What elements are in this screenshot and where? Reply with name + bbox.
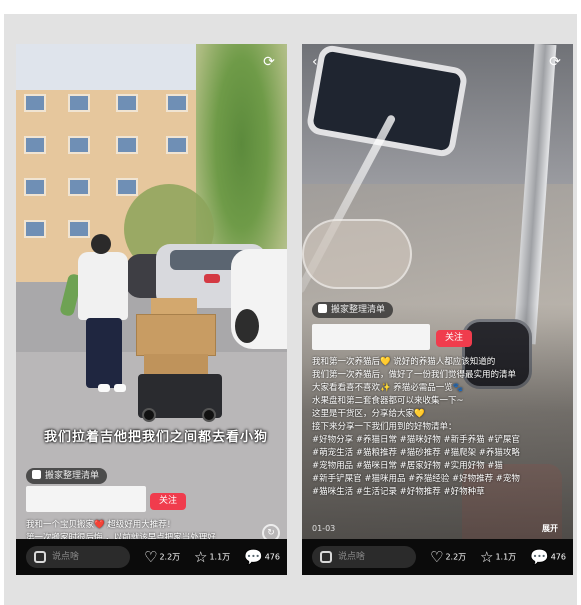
description-line: #萌宠生活 #猫粮推荐 #猫砂推荐 #猫爬架 #养猫攻略 <box>312 448 520 458</box>
expand-link[interactable]: 展开 <box>542 523 558 534</box>
person-body <box>78 252 128 320</box>
white-car <box>231 249 287 349</box>
description-line: 我和一个宝贝搬家❤️ 超级好用大推荐！ <box>26 520 176 530</box>
back-arrow-icon[interactable]: ‹ <box>312 54 318 70</box>
person-legs <box>86 318 122 388</box>
follow-button[interactable]: 关注 <box>150 493 186 510</box>
comment-input[interactable]: 说点啥 <box>312 546 416 568</box>
comment-placeholder: 说点啥 <box>338 552 366 562</box>
description-line: #好物分享 #养猫日常 #猫咪好物 #新手养猫 #铲屎官 <box>312 435 520 445</box>
description-line: 接下来分享一下我们用到的好物清单： <box>312 422 457 432</box>
share-icon[interactable]: ⟳ <box>547 54 563 70</box>
person-head <box>91 234 111 254</box>
heart-icon: ♡ <box>430 548 444 566</box>
glass-bowl <box>302 219 412 289</box>
bottom-action-bar: 说点啥 ♡ 2.2万 ☆ 1.1万 💬 476 <box>302 539 573 575</box>
author-name-redacted[interactable] <box>312 324 430 350</box>
description-line: #猫咪生活 #生活记录 #好物推荐 #好物种草 <box>312 487 485 497</box>
comment-placeholder: 说点啥 <box>52 552 80 562</box>
comment-button[interactable]: 💬 476 <box>244 548 280 566</box>
like-count: 2.2万 <box>445 552 467 562</box>
comment-count: 476 <box>550 552 566 562</box>
pen-icon <box>34 551 46 563</box>
bottom-action-bar: 说点啥 ♡ 2.2万 ☆ 1.1万 💬 476 <box>16 539 287 575</box>
comment-icon: 💬 <box>530 548 549 566</box>
favorite-button[interactable]: ☆ 1.1万 <box>480 548 516 566</box>
favorite-button[interactable]: ☆ 1.1万 <box>194 548 230 566</box>
comment-input[interactable]: 说点啥 <box>26 546 130 568</box>
description-line: #宠物用品 #猫咪日常 #居家好物 #实用好物 #猫 <box>312 461 503 471</box>
post-time: 01-03 <box>312 524 336 533</box>
video-card-right[interactable]: ‹ ⟳ 搬家整理清单 关注 我和第一次养猫后💛 说好的养猫人都应该知道的 我们第… <box>302 44 573 575</box>
star-icon: ☆ <box>194 548 208 566</box>
tag-label: 搬家整理清单 <box>331 305 386 315</box>
video-caption: 我们拉着吉他把我们之间都去看小狗 <box>43 430 268 445</box>
description-line: #新手铲屎官 #猫咪用品 #养猫经验 #好物推荐 #宠物 <box>312 474 520 484</box>
description-line: 我们第一次养猫后，做好了一份我们觉得最实用的清单 <box>312 370 517 380</box>
video-card-left[interactable]: ⟳ 我们拉着吉他把我们之间都去看小狗 搬家整理清单 关注 我和一个宝贝搬家❤️ … <box>16 44 287 575</box>
comment-icon: 💬 <box>244 548 263 566</box>
favorite-count: 1.1万 <box>495 552 517 562</box>
tag-label: 搬家整理清单 <box>45 471 100 481</box>
share-icon[interactable]: ⟳ <box>261 54 277 70</box>
description-line: 我和第一次养猫后💛 说好的养猫人都应该知道的 <box>312 357 496 367</box>
cardboard-box <box>136 314 216 356</box>
content-panel: ⟳ 我们拉着吉他把我们之间都去看小狗 搬家整理清单 关注 我和一个宝贝搬家❤️ … <box>4 14 577 605</box>
description-line: 这里是干货区，分享给大家💛 <box>312 409 425 419</box>
video-description[interactable]: 我和第一次养猫后💛 说好的养猫人都应该知道的 我们第一次养猫后，做好了一份我们觉… <box>312 356 566 499</box>
like-button[interactable]: ♡ 2.2万 <box>144 548 180 566</box>
person-shoe <box>114 384 126 392</box>
screenshot-frame: ⟳ 我们拉着吉他把我们之间都去看小狗 搬家整理清单 关注 我和一个宝贝搬家❤️ … <box>0 0 581 605</box>
tag-pill[interactable]: 搬家整理清单 <box>26 468 108 484</box>
favorite-count: 1.1万 <box>209 552 231 562</box>
folding-wagon <box>138 374 222 422</box>
follow-button[interactable]: 关注 <box>436 330 472 347</box>
comment-count: 476 <box>264 552 280 562</box>
like-button[interactable]: ♡ 2.2万 <box>430 548 466 566</box>
comment-button[interactable]: 💬 476 <box>530 548 566 566</box>
tag-icon <box>32 470 41 479</box>
pen-icon <box>320 551 332 563</box>
heart-icon: ♡ <box>144 548 158 566</box>
person-shoe <box>98 384 110 392</box>
author-name-redacted[interactable] <box>26 486 146 512</box>
description-line: 水果盘和第二套食器都可以来收集一下~ <box>312 396 464 406</box>
star-icon: ☆ <box>480 548 494 566</box>
tag-pill[interactable]: 搬家整理清单 <box>312 302 394 318</box>
tag-icon <box>318 304 327 313</box>
like-count: 2.2万 <box>159 552 181 562</box>
description-line: 大家看看喜不喜欢✨ 养猫必需品一览🐾 <box>312 383 464 393</box>
